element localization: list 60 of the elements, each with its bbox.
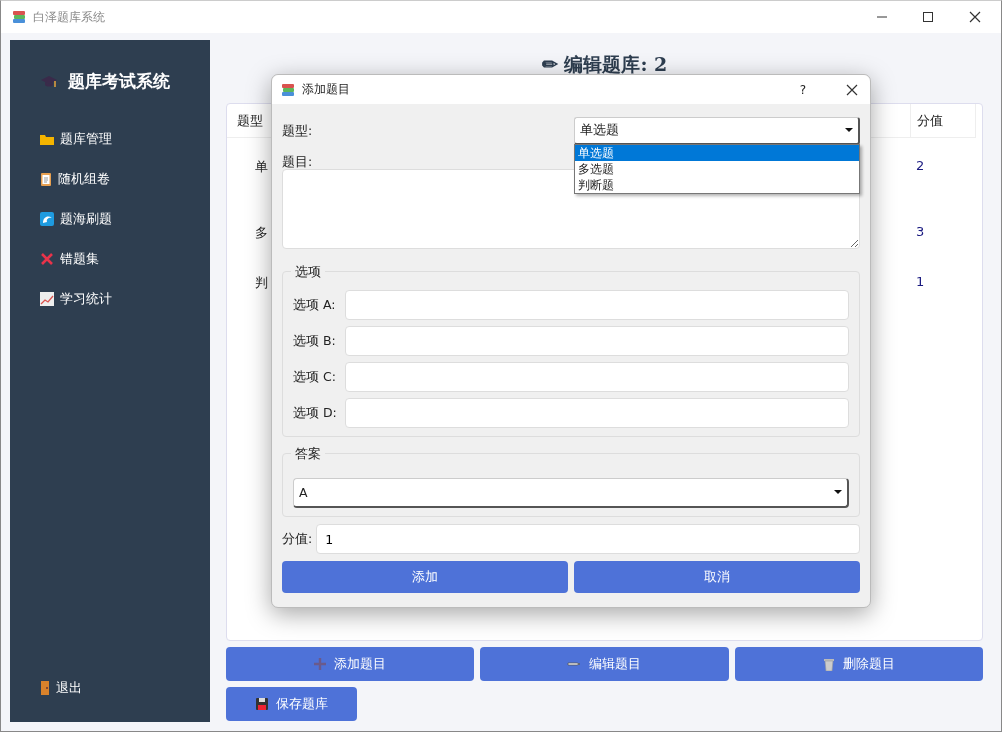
close-icon[interactable] [846, 83, 858, 96]
table-cell: 多 [255, 225, 268, 240]
caret-icon [834, 490, 842, 495]
nav-item[interactable]: 题库管理 [40, 119, 210, 159]
wave-icon [40, 212, 54, 226]
field-label: 题型: [282, 122, 314, 140]
option-field[interactable] [345, 290, 849, 320]
score-field[interactable]: 1 [316, 524, 860, 554]
chart-icon [40, 292, 54, 306]
dialog-button[interactable]: 添加 [282, 561, 568, 593]
group-title: 选项 [291, 263, 325, 281]
trash-icon [822, 657, 835, 671]
nav-item[interactable]: 随机组卷 [40, 159, 210, 199]
app-title: 题库考试系统 [68, 70, 170, 93]
dialog-title: 添加题目 [302, 81, 350, 98]
graduation-cap-icon [40, 73, 58, 90]
option-label: 选项 D: [293, 404, 338, 422]
dropdown-option[interactable]: 多选题 [575, 161, 859, 177]
option-field[interactable] [345, 326, 849, 356]
column-header: 分值 [910, 104, 976, 138]
page-title: ✏ 编辑题库: 2 [541, 53, 668, 75]
field-label: 题目: [282, 154, 313, 170]
table-cell: 2 [916, 158, 925, 173]
table-cell: 1 [916, 274, 925, 289]
type-dropdown[interactable]: 单选题 [574, 117, 860, 145]
option-label: 选项 B: [293, 332, 337, 350]
caret-icon [845, 128, 853, 133]
close-icon[interactable] [969, 11, 981, 23]
answer-dropdown[interactable]: A [293, 478, 849, 508]
cross-icon [40, 252, 54, 266]
nav-item[interactable]: 题海刷题 [40, 199, 210, 239]
dropdown-option[interactable]: 单选题 [575, 145, 859, 161]
action-button[interactable]: 编辑题目 [480, 647, 729, 681]
table-cell: 判 [255, 275, 268, 290]
window-title: 白泽题库系统 [33, 8, 105, 26]
dropdown-option[interactable]: 判断题 [575, 177, 859, 193]
option-field[interactable] [345, 398, 849, 428]
help-button[interactable]: ? [799, 82, 806, 97]
maximize-icon[interactable] [923, 12, 933, 22]
exit-item[interactable]: 退出 [40, 668, 210, 708]
dialog-button[interactable]: 取消 [574, 561, 860, 593]
option-field[interactable] [345, 362, 849, 392]
action-button[interactable]: 删除题目 [734, 647, 983, 681]
folder-icon [40, 133, 54, 145]
option-label: 选项 C: [293, 368, 337, 386]
plus-icon [314, 658, 327, 670]
floppy-icon [255, 698, 268, 710]
table-cell: 3 [916, 224, 925, 239]
action-button[interactable]: 添加题目 [226, 647, 475, 681]
save-button[interactable]: 保存题库 [226, 687, 357, 721]
nav-item[interactable]: 错题集 [40, 239, 210, 279]
books-icon [11, 9, 27, 25]
clipboard-icon [40, 172, 52, 186]
door-icon [40, 681, 50, 695]
books-icon [280, 81, 296, 98]
group-title: 答案 [291, 445, 325, 463]
option-label: 选项 A: [293, 296, 337, 314]
field-label: 分值: [282, 530, 313, 548]
table-cell: 单 [255, 159, 268, 174]
nav-item[interactable]: 学习统计 [40, 279, 210, 319]
